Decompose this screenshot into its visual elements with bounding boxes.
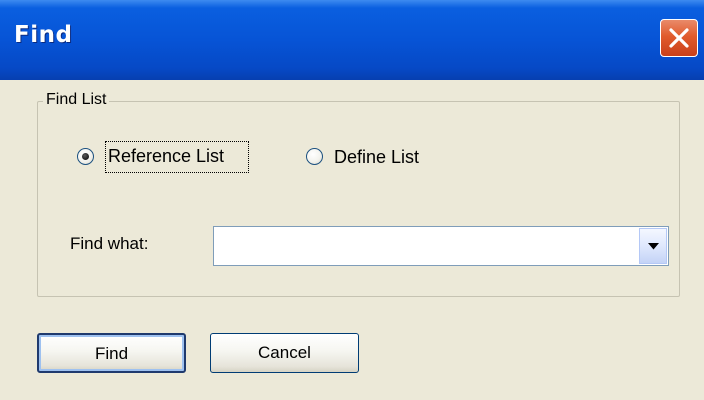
find-what-label: Find what:: [70, 234, 149, 253]
chevron-down-icon: [648, 243, 659, 250]
close-button[interactable]: [660, 19, 698, 57]
close-icon: [669, 28, 689, 48]
find-dialog: Find Find List Reference List Define Lis…: [0, 0, 704, 400]
define-list-radio[interactable]: [306, 148, 323, 165]
title-bar[interactable]: Find: [0, 0, 704, 80]
cancel-button[interactable]: Cancel: [210, 333, 359, 373]
window-title: Find: [14, 22, 73, 48]
reference-list-radio[interactable]: [77, 148, 94, 165]
define-list-label[interactable]: Define List: [334, 147, 419, 168]
reference-list-label[interactable]: Reference List: [108, 146, 224, 167]
find-what-combobox[interactable]: [213, 226, 669, 266]
find-button[interactable]: Find: [37, 333, 186, 373]
group-legend: Find List: [43, 91, 110, 109]
radio-selected-dot: [82, 153, 89, 160]
dropdown-button[interactable]: [639, 228, 667, 264]
dialog-body: Find List Reference List Define List Fin…: [0, 80, 704, 400]
find-list-group: Find List Reference List Define List: [37, 91, 680, 297]
